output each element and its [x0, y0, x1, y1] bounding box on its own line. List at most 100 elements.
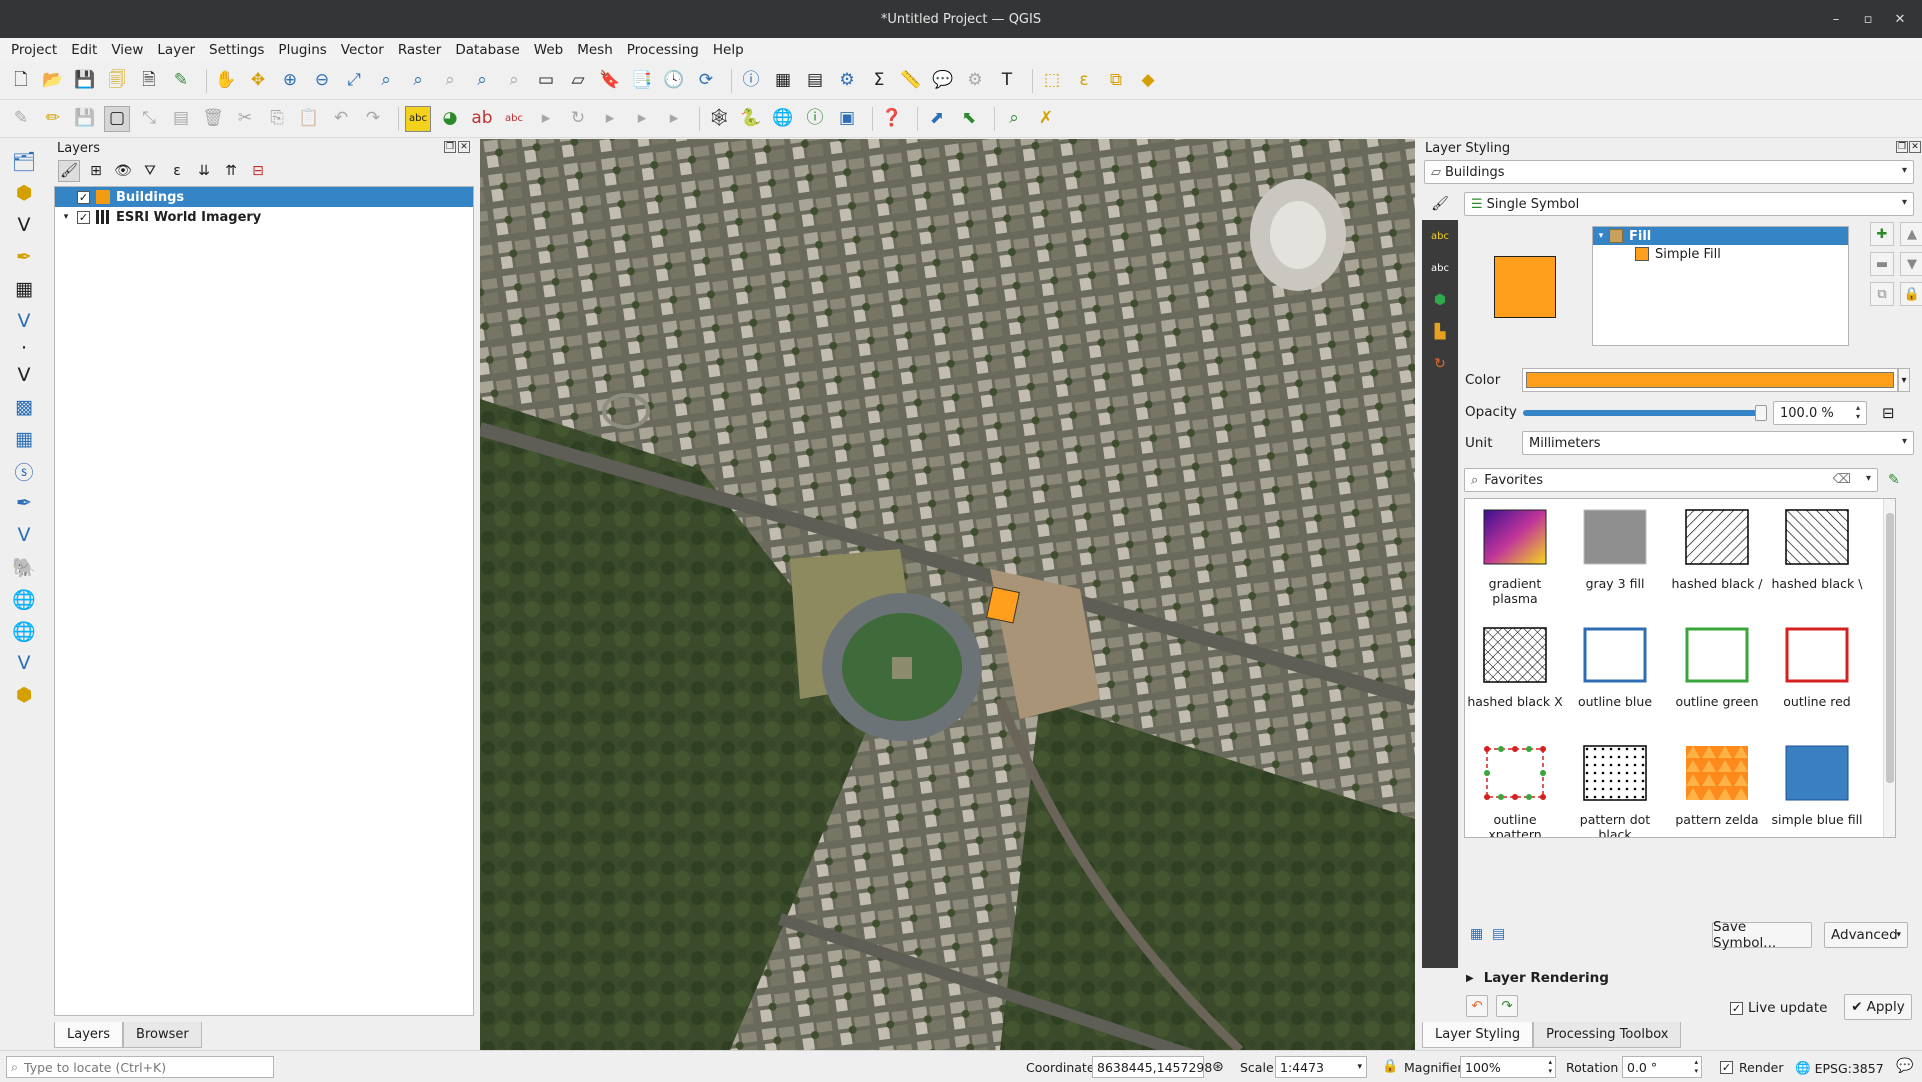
- select-features-icon[interactable]: ⬚: [1039, 68, 1065, 94]
- symbol-tree-fill[interactable]: ▾ Fill: [1593, 227, 1848, 245]
- symbol-simple-blue-fill[interactable]: simple blue fill: [1767, 745, 1867, 827]
- menu-vector[interactable]: Vector: [334, 38, 391, 62]
- spin-arrows-icon[interactable]: ▴ ▾: [1694, 1058, 1698, 1076]
- field-calculator-icon[interactable]: ▤: [802, 68, 828, 94]
- opacity-slider-handle[interactable]: [1755, 405, 1767, 421]
- delete-selected-icon[interactable]: 🗑: [200, 106, 226, 132]
- move-label-icon[interactable]: ▸: [533, 106, 559, 132]
- new-temporary-layer-icon[interactable]: ✒: [0, 241, 48, 273]
- new-geopackage-icon[interactable]: ⬢: [0, 177, 48, 209]
- spin-arrows-icon[interactable]: ▴ ▾: [1548, 1058, 1552, 1076]
- collapse-all-icon[interactable]: ⇈: [220, 160, 242, 182]
- apply-button[interactable]: ✔ Apply: [1844, 994, 1912, 1020]
- symbology-tab-icon[interactable]: 🖌: [1422, 188, 1458, 220]
- identify-icon[interactable]: ⓘ: [738, 68, 764, 94]
- icon-view-icon[interactable]: ▦: [1470, 926, 1483, 942]
- label-properties-icon[interactable]: ▸: [661, 106, 687, 132]
- style-manager-icon[interactable]: ✎: [168, 68, 194, 94]
- menu-view[interactable]: View: [104, 38, 150, 62]
- show-bookmarks-icon[interactable]: 📑: [629, 68, 655, 94]
- vector-tools-icon[interactable]: ⬈: [924, 106, 950, 132]
- diagrams-tab-icon[interactable]: ▙: [1422, 316, 1458, 348]
- pan-icon[interactable]: ✋: [213, 68, 239, 94]
- render-toggle[interactable]: ✓ Render: [1720, 1060, 1784, 1075]
- render-checkbox[interactable]: ✓: [1720, 1061, 1733, 1074]
- globe-icon[interactable]: 🌐: [770, 106, 796, 132]
- bookmark-icon[interactable]: 🔖: [597, 68, 623, 94]
- toggle-extents-icon[interactable]: ⊛: [1212, 1059, 1224, 1075]
- layer-row-buildings[interactable]: ✓ Buildings: [55, 187, 473, 207]
- filter-legend-icon[interactable]: ⛛: [139, 160, 161, 182]
- layer-select[interactable]: ▱ Buildings ▾: [1424, 160, 1914, 184]
- messages-icon[interactable]: 💬: [1896, 1058, 1913, 1074]
- statistics-icon[interactable]: Σ: [866, 68, 892, 94]
- print-layout-icon[interactable]: 🗎: [136, 68, 162, 94]
- cut-features-icon[interactable]: ✂: [232, 106, 258, 132]
- layer-visibility-checkbox[interactable]: ✓: [77, 190, 90, 204]
- move-up-button[interactable]: ▲: [1900, 222, 1922, 246]
- deselect-icon[interactable]: ⧉: [1103, 68, 1129, 94]
- save-edits-icon[interactable]: 💾: [72, 106, 98, 132]
- vertex-tool-icon[interactable]: ⤡: [136, 106, 162, 132]
- tab-layers[interactable]: Layers: [54, 1022, 124, 1048]
- redo-style-button[interactable]: ↷: [1496, 995, 1518, 1017]
- zoom-next-icon[interactable]: ⌕: [501, 68, 527, 94]
- add-mesh-layer-icon[interactable]: ▦: [0, 423, 48, 455]
- manage-visibility-icon[interactable]: 👁: [112, 160, 134, 182]
- data-source-manager-icon[interactable]: 🗂: [0, 145, 48, 177]
- highlight-label-icon[interactable]: abc: [501, 106, 527, 132]
- symbol-pattern-dot-black[interactable]: pattern dot black: [1565, 745, 1665, 837]
- list-view-icon[interactable]: ▤: [1492, 926, 1505, 942]
- add-vector-layer-icon[interactable]: V: [0, 359, 48, 391]
- add-postgis-icon[interactable]: 🐘: [0, 551, 48, 583]
- style-manager-icon[interactable]: ✎: [1888, 472, 1900, 488]
- close-panel-icon[interactable]: ✕: [1909, 141, 1921, 153]
- diagram-icon[interactable]: ◕: [437, 106, 463, 132]
- locator-input[interactable]: ⌕ Type to locate (Ctrl+K): [6, 1056, 274, 1078]
- georeferencer-icon[interactable]: ▣: [834, 106, 860, 132]
- float-icon[interactable]: ❐: [1896, 141, 1908, 153]
- temporal-icon[interactable]: 🕓: [661, 68, 687, 94]
- float-icon[interactable]: ❐: [444, 141, 456, 153]
- undo-style-button[interactable]: ↶: [1466, 995, 1488, 1017]
- menu-plugins[interactable]: Plugins: [271, 38, 333, 62]
- add-raster-layer-icon[interactable]: ▩: [0, 391, 48, 423]
- expand-arrow-icon[interactable]: ▶: [1466, 973, 1474, 984]
- add-xyz-icon[interactable]: ⬢: [0, 679, 48, 711]
- favorites-scrollbar[interactable]: [1883, 499, 1895, 837]
- add-group-icon[interactable]: ⊞: [85, 160, 107, 182]
- help-icon[interactable]: ❓: [879, 106, 905, 132]
- scrollbar-thumb[interactable]: [1886, 513, 1894, 783]
- save-project-icon[interactable]: 💾: [72, 68, 98, 94]
- symbol-hashed-black-x[interactable]: hashed black X: [1465, 627, 1565, 709]
- add-wms-icon[interactable]: 🌐: [0, 583, 48, 615]
- symbol-hashed-black-back[interactable]: hashed black \: [1767, 509, 1867, 591]
- save-as-icon[interactable]: 🗐: [104, 68, 130, 94]
- menu-mesh[interactable]: Mesh: [570, 38, 620, 62]
- magnifier-spinbox[interactable]: 100% ▴ ▾: [1460, 1056, 1556, 1078]
- map-tips-icon[interactable]: 💬: [930, 68, 956, 94]
- copy-features-icon[interactable]: ⎘: [264, 106, 290, 132]
- feature-action-icon[interactable]: ⚙: [962, 68, 988, 94]
- layer-row-esri-world-imagery[interactable]: ▾ ✓ ESRI World Imagery: [55, 207, 473, 227]
- add-spatialite-icon[interactable]: V: [0, 519, 48, 551]
- change-label-icon[interactable]: ▸: [597, 106, 623, 132]
- zoom-last-icon[interactable]: ⌕: [469, 68, 495, 94]
- 3d-view-tab-icon[interactable]: ⬢: [1422, 284, 1458, 316]
- labels-tab-icon[interactable]: abc: [1422, 220, 1458, 252]
- redo-icon[interactable]: ↷: [360, 106, 386, 132]
- expand-arrow-icon[interactable]: ▾: [55, 212, 77, 222]
- menu-raster[interactable]: Raster: [391, 38, 449, 62]
- metasearch-icon[interactable]: ⓘ: [802, 106, 828, 132]
- zoom-layer-icon[interactable]: ⌕: [405, 68, 431, 94]
- pan-to-selection-icon[interactable]: ✥: [245, 68, 271, 94]
- raster-tools-icon[interactable]: ⬉: [956, 106, 982, 132]
- remove-layer-icon[interactable]: ⊟: [247, 160, 269, 182]
- history-tab-icon[interactable]: ↻: [1422, 348, 1458, 380]
- lock-icon[interactable]: 🔒: [1900, 282, 1922, 306]
- current-edits-icon[interactable]: ✎: [8, 106, 34, 132]
- live-update-checkbox[interactable]: ✓: [1730, 1001, 1743, 1015]
- spin-arrows-icon[interactable]: ▴ ▾: [1856, 403, 1860, 421]
- opacity-slider[interactable]: [1523, 405, 1767, 421]
- new-virtual-layer-icon[interactable]: V: [0, 305, 48, 337]
